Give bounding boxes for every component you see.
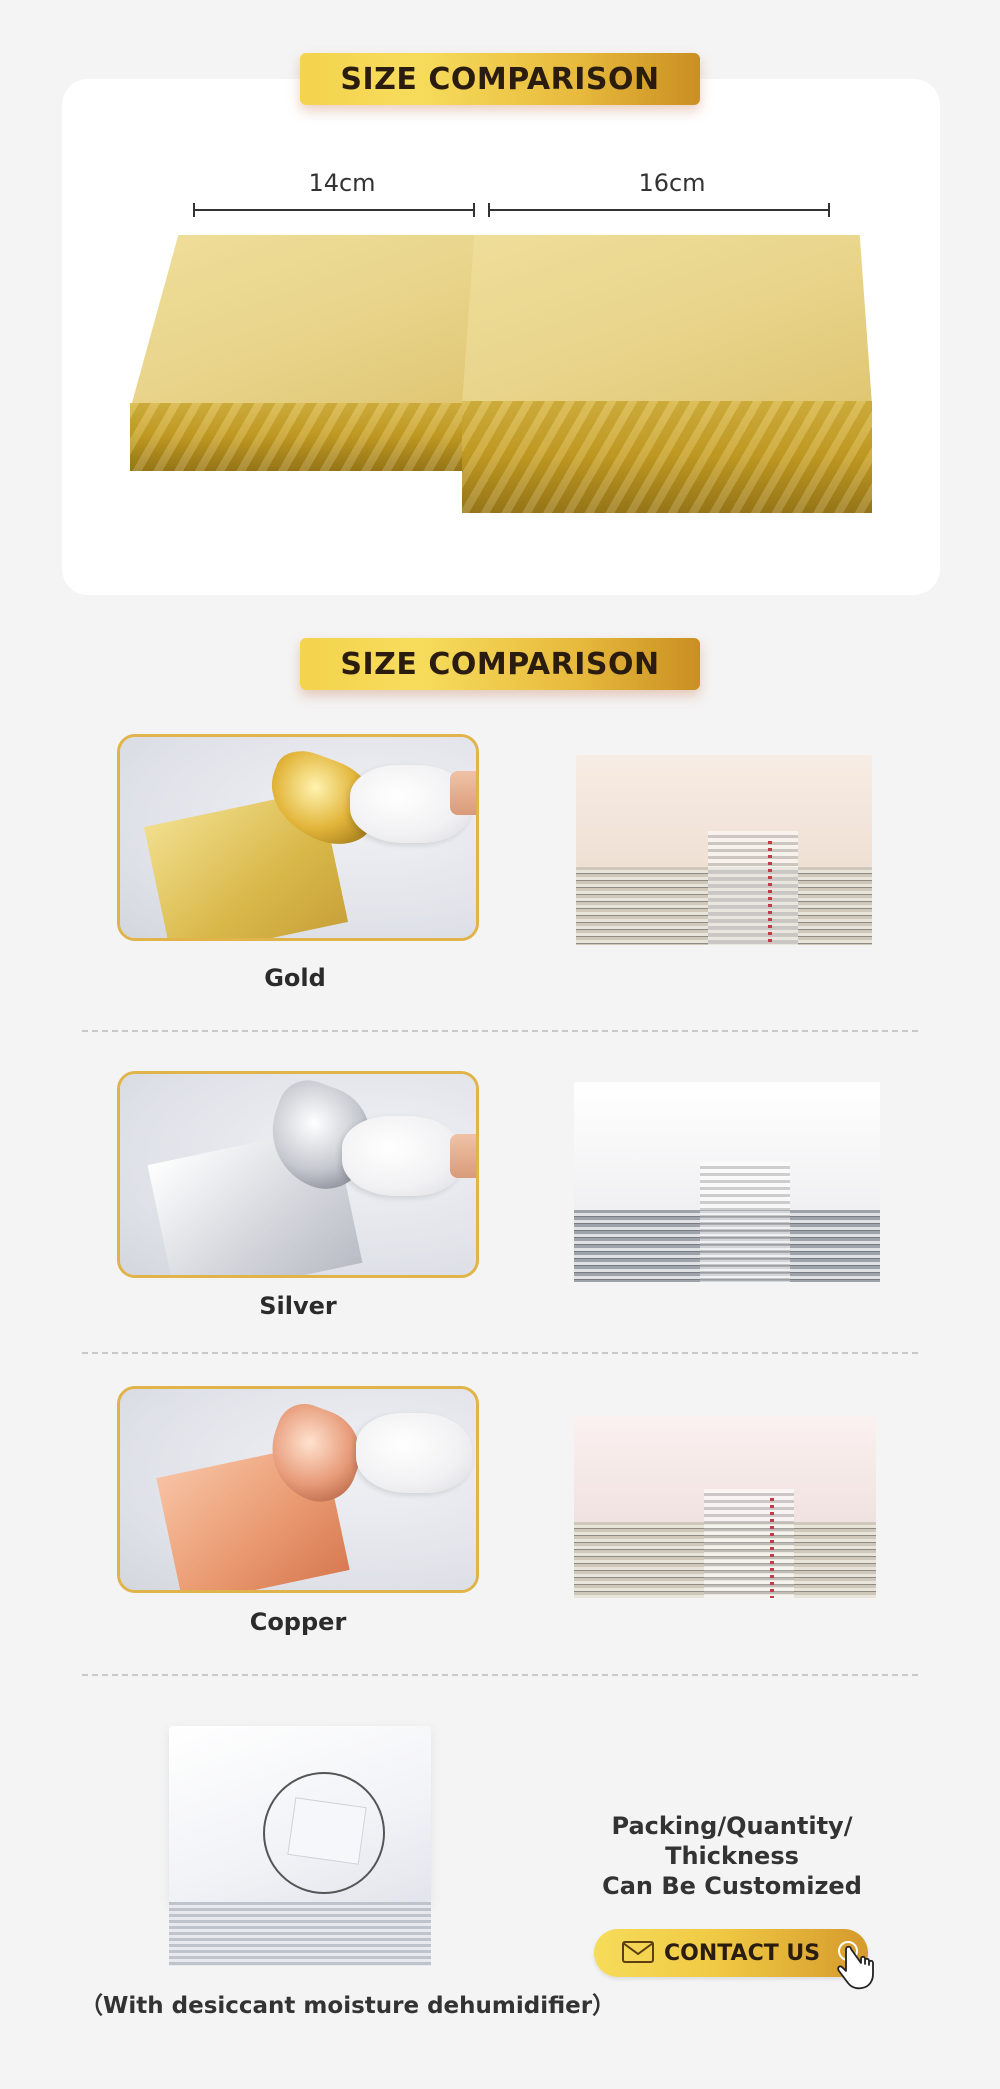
row-divider: [82, 1030, 918, 1032]
copper-stack: [574, 1416, 876, 1598]
gold-sheet-14cm: [130, 235, 475, 471]
row-divider: [82, 1352, 918, 1354]
size-comparison-banner-1: SIZE COMPARISON: [300, 53, 700, 105]
desiccant-sachet: [287, 1797, 367, 1865]
customization-line-2: Thickness: [665, 1842, 799, 1870]
arm: [450, 771, 476, 815]
white-glove: [356, 1413, 472, 1493]
customization-line-1: Packing/Quantity/: [611, 1812, 853, 1840]
pointer-hand-icon: [837, 1941, 874, 1990]
dimension-label-14cm: 14cm: [308, 169, 376, 197]
contact-us-label: CONTACT US: [664, 1940, 821, 1966]
size-comparison-banner-2: SIZE COMPARISON: [300, 638, 700, 690]
customization-line-3: Can Be Customized: [602, 1872, 862, 1900]
desiccant-note: （With desiccant moisture dehumidifier）: [80, 1993, 616, 2019]
silver-foil-photo: [117, 1071, 479, 1278]
row-divider: [82, 1674, 918, 1676]
white-glove: [342, 1116, 462, 1196]
gold-stack: [576, 755, 872, 945]
customization-note: Packing/Quantity/ Thickness Can Be Custo…: [582, 1811, 882, 1901]
gold-sheet-16cm: [462, 235, 872, 513]
caption-silver: Silver: [259, 1292, 337, 1320]
arm: [450, 1134, 476, 1178]
copper-foil-photo: [117, 1386, 479, 1593]
contact-us-button[interactable]: CONTACT US: [594, 1929, 874, 1990]
gold-foil-photo: [117, 734, 479, 941]
dimension-label-16cm: 16cm: [638, 169, 706, 197]
caption-gold: Gold: [264, 964, 326, 992]
dimension-line-right: [488, 203, 830, 217]
size-card: 14cm 16cm: [62, 79, 940, 595]
silver-stack: [574, 1082, 880, 1282]
packed-foil-block: [165, 1726, 435, 1966]
caption-copper: Copper: [249, 1608, 347, 1636]
dimension-line-left: [193, 203, 475, 217]
mail-icon: [622, 1941, 654, 1963]
